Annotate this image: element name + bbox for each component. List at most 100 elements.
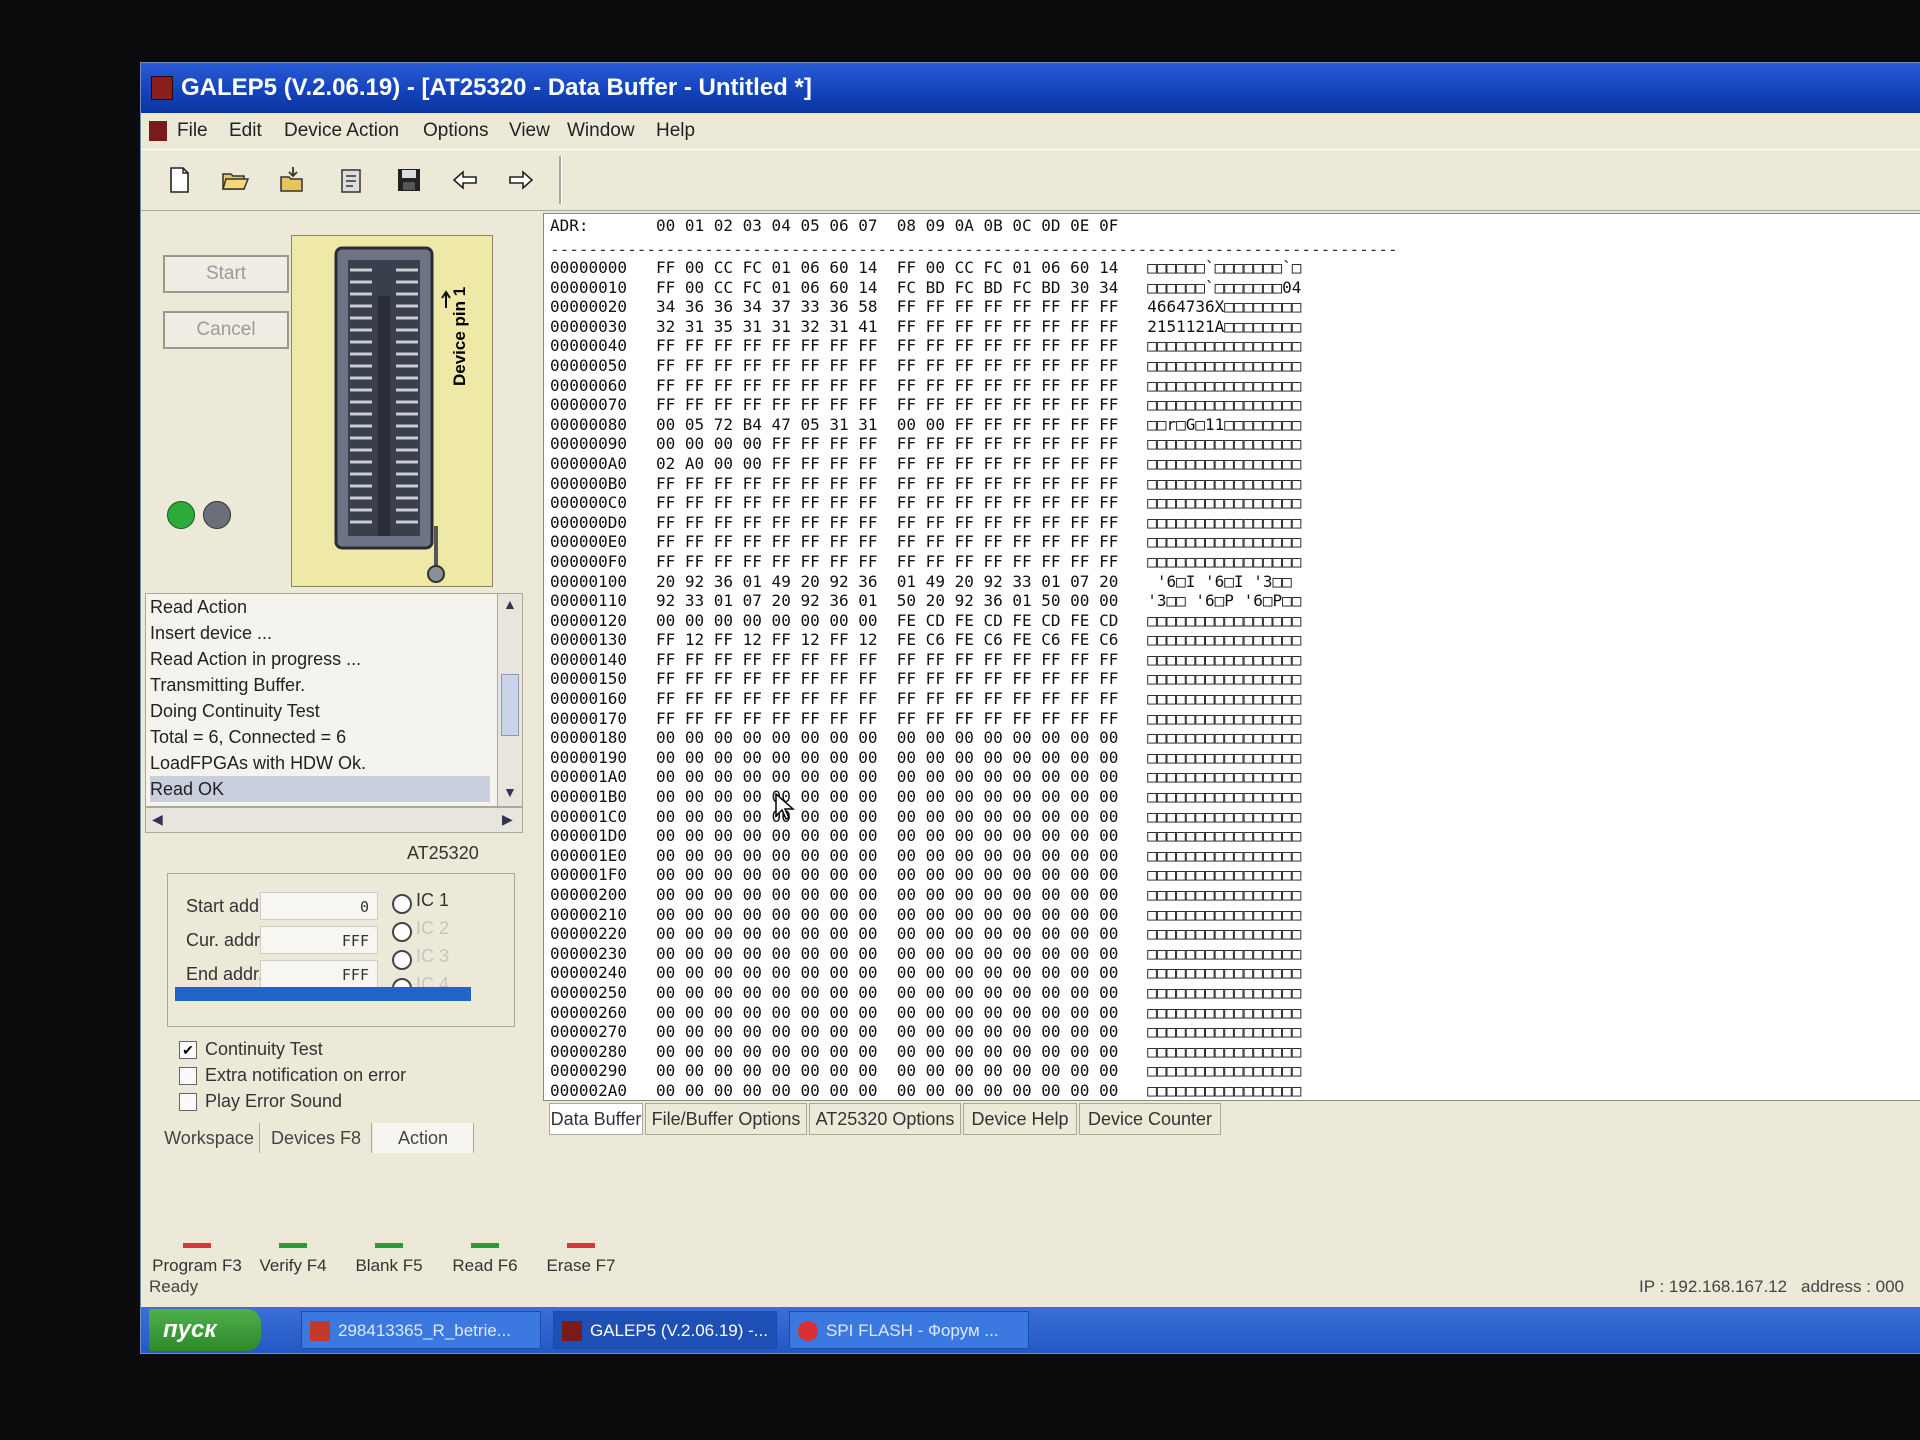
hex-row[interactable]: 00000100 20 92 36 01 49 20 92 36 01 49 2… <box>550 572 1301 592</box>
menu-options[interactable]: Options <box>423 113 488 149</box>
start-menu-button[interactable]: пуск <box>149 1309 261 1351</box>
tab-device-options[interactable]: AT25320 Options <box>809 1103 961 1135</box>
tab-device-help[interactable]: Device Help <box>963 1103 1077 1135</box>
log-vertical-scrollbar[interactable]: ▲ ▼ <box>497 593 523 807</box>
ic1-radio[interactable] <box>392 894 412 914</box>
cur-addr-label: Cur. addr. <box>186 930 265 950</box>
hex-row[interactable]: 00000150 FF FF FF FF FF FF FF FF FF FF F… <box>550 669 1301 689</box>
menu-help[interactable]: Help <box>656 113 695 149</box>
new-file-icon[interactable] <box>161 162 197 198</box>
hex-row[interactable]: 000002A0 00 00 00 00 00 00 00 00 00 00 0… <box>550 1081 1301 1100</box>
hex-row[interactable]: 00000170 FF FF FF FF FF FF FF FF FF FF F… <box>550 709 1301 729</box>
hex-row[interactable]: 00000180 00 00 00 00 00 00 00 00 00 00 0… <box>550 728 1301 748</box>
import-icon[interactable] <box>275 162 311 198</box>
menu-window[interactable]: Window <box>567 113 635 149</box>
taskbar-item-galep[interactable]: GALEP5 (V.2.06.19) -... <box>553 1311 777 1349</box>
read-button[interactable]: Read F6 <box>439 1235 531 1276</box>
tab-devices[interactable]: Devices F8 <box>261 1123 372 1153</box>
action-log[interactable]: Read Action Insert device ... Read Actio… <box>145 593 499 807</box>
hex-row[interactable]: 00000120 00 00 00 00 00 00 00 00 FE CD F… <box>550 611 1301 631</box>
taskbar-item-opera[interactable]: SPI FLASH - Форум ... <box>789 1311 1029 1349</box>
save-icon[interactable] <box>391 162 427 198</box>
menu-view[interactable]: View <box>509 113 550 149</box>
scroll-down-icon[interactable]: ▼ <box>503 784 517 800</box>
hex-row[interactable]: 00000070 FF FF FF FF FF FF FF FF FF FF F… <box>550 395 1301 415</box>
title-bar[interactable]: GALEP5 (V.2.06.19) - [AT25320 - Data Buf… <box>141 63 1920 113</box>
hex-row[interactable]: 000001E0 00 00 00 00 00 00 00 00 00 00 0… <box>550 846 1301 866</box>
hex-row[interactable]: 000001A0 00 00 00 00 00 00 00 00 00 00 0… <box>550 767 1301 787</box>
start-addr-field[interactable]: 0 <box>260 892 378 920</box>
start-button[interactable]: Start <box>163 255 289 293</box>
forward-arrow-icon[interactable] <box>503 162 539 198</box>
log-horizontal-scrollbar[interactable]: ◀ ▶ <box>145 807 523 833</box>
scroll-right-icon[interactable]: ▶ <box>502 811 513 828</box>
hex-row[interactable]: 000000F0 FF FF FF FF FF FF FF FF FF FF F… <box>550 552 1301 572</box>
hex-row[interactable]: 000000A0 02 A0 00 00 FF FF FF FF FF FF F… <box>550 454 1301 474</box>
hex-row[interactable]: 000001D0 00 00 00 00 00 00 00 00 00 00 0… <box>550 826 1301 846</box>
hex-row[interactable]: 00000290 00 00 00 00 00 00 00 00 00 00 0… <box>550 1061 1301 1081</box>
cancel-button[interactable]: Cancel <box>163 311 289 349</box>
tab-device-counter[interactable]: Device Counter <box>1079 1103 1221 1135</box>
device-name-label: AT25320 <box>407 843 479 863</box>
ic3-radio[interactable] <box>392 950 412 970</box>
end-addr-field[interactable]: FFF <box>260 960 378 988</box>
hex-row[interactable]: 00000010 FF 00 CC FC 01 06 60 14 FC BD F… <box>550 278 1301 298</box>
scroll-thumb[interactable] <box>501 674 519 736</box>
hex-row[interactable]: 000001C0 00 00 00 00 00 00 00 00 00 00 0… <box>550 807 1301 827</box>
hex-row[interactable]: 000000D0 FF FF FF FF FF FF FF FF FF FF F… <box>550 513 1301 533</box>
hex-row[interactable]: 000001F0 00 00 00 00 00 00 00 00 00 00 0… <box>550 865 1301 885</box>
hex-row[interactable]: 00000140 FF FF FF FF FF FF FF FF FF FF F… <box>550 650 1301 670</box>
scroll-left-icon[interactable]: ◀ <box>152 811 163 828</box>
tab-data-buffer[interactable]: Data Buffer <box>549 1103 643 1135</box>
hex-row[interactable]: 00000040 FF FF FF FF FF FF FF FF FF FF F… <box>550 336 1301 356</box>
hex-row[interactable]: 000001B0 00 00 00 00 00 00 00 00 00 00 0… <box>550 787 1301 807</box>
play-error-sound-checkbox[interactable] <box>179 1093 197 1111</box>
ic2-radio[interactable] <box>392 922 412 942</box>
hex-row[interactable]: 00000220 00 00 00 00 00 00 00 00 00 00 0… <box>550 924 1301 944</box>
hex-row[interactable]: 00000030 32 31 35 31 31 32 31 41 FF FF F… <box>550 317 1301 337</box>
checksum-icon[interactable] <box>333 162 369 198</box>
hex-row[interactable]: 00000280 00 00 00 00 00 00 00 00 00 00 0… <box>550 1042 1301 1062</box>
blank-button[interactable]: Blank F5 <box>343 1235 435 1276</box>
hex-row[interactable]: 00000060 FF FF FF FF FF FF FF FF FF FF F… <box>550 376 1301 396</box>
scroll-up-icon[interactable]: ▲ <box>503 596 517 612</box>
back-arrow-icon[interactable] <box>447 162 483 198</box>
hex-row[interactable]: 00000190 00 00 00 00 00 00 00 00 00 00 0… <box>550 748 1301 768</box>
hex-row[interactable]: 00000260 00 00 00 00 00 00 00 00 00 00 0… <box>550 1003 1301 1023</box>
hex-row[interactable]: 00000160 FF FF FF FF FF FF FF FF FF FF F… <box>550 689 1301 709</box>
program-button[interactable]: Program F3 <box>151 1235 243 1276</box>
hex-row[interactable]: 000000E0 FF FF FF FF FF FF FF FF FF FF F… <box>550 532 1301 552</box>
taskbar-item-pdf[interactable]: 298413365_R_betrie... <box>301 1311 541 1349</box>
hex-row[interactable]: 00000130 FF 12 FF 12 FF 12 FF 12 FE C6 F… <box>550 630 1301 650</box>
hex-row[interactable]: 00000090 00 00 00 00 FF FF FF FF FF FF F… <box>550 434 1301 454</box>
hex-row[interactable]: 00000050 FF FF FF FF FF FF FF FF FF FF F… <box>550 356 1301 376</box>
galep-icon <box>562 1321 582 1341</box>
hex-row[interactable]: 00000230 00 00 00 00 00 00 00 00 00 00 0… <box>550 944 1301 964</box>
continuity-test-checkbox[interactable]: ✔ <box>179 1041 197 1059</box>
hex-row[interactable]: 00000020 34 36 36 34 37 33 36 58 FF FF F… <box>550 297 1301 317</box>
hex-row[interactable]: 00000000 FF 00 CC FC 01 06 60 14 FF 00 C… <box>550 258 1301 278</box>
hex-row[interactable]: 00000080 00 05 72 B4 47 05 31 31 00 00 F… <box>550 415 1301 435</box>
verify-indicator <box>279 1243 307 1248</box>
hex-row[interactable]: 00000240 00 00 00 00 00 00 00 00 00 00 0… <box>550 963 1301 983</box>
hex-row[interactable]: 00000110 92 33 01 07 20 92 36 01 50 20 9… <box>550 591 1301 611</box>
hex-row[interactable]: 00000200 00 00 00 00 00 00 00 00 00 00 0… <box>550 885 1301 905</box>
hex-row[interactable]: 00000210 00 00 00 00 00 00 00 00 00 00 0… <box>550 905 1301 925</box>
socket-pin-label: Device pin 1 <box>450 286 469 386</box>
hex-row[interactable]: 00000270 00 00 00 00 00 00 00 00 00 00 0… <box>550 1022 1301 1042</box>
menu-edit[interactable]: Edit <box>229 113 262 149</box>
tab-workspace[interactable]: Workspace <box>159 1123 260 1153</box>
document-icon[interactable] <box>149 121 167 141</box>
tab-file-buffer-options[interactable]: File/Buffer Options <box>645 1103 807 1135</box>
hex-row[interactable]: 000000B0 FF FF FF FF FF FF FF FF FF FF F… <box>550 474 1301 494</box>
menu-device-action[interactable]: Device Action <box>284 113 399 149</box>
tab-action[interactable]: Action <box>373 1123 474 1153</box>
hex-row[interactable]: 000000C0 FF FF FF FF FF FF FF FF FF FF F… <box>550 493 1301 513</box>
verify-button[interactable]: Verify F4 <box>247 1235 339 1276</box>
extra-notification-checkbox[interactable] <box>179 1067 197 1085</box>
menu-file[interactable]: File <box>177 113 208 149</box>
erase-button[interactable]: Erase F7 <box>535 1235 627 1276</box>
open-folder-icon[interactable] <box>217 162 253 198</box>
hex-row[interactable]: 00000250 00 00 00 00 00 00 00 00 00 00 0… <box>550 983 1301 1003</box>
hex-data-buffer[interactable]: ADR: 00 01 02 03 04 05 06 07 08 09 0A 0B… <box>543 213 1920 1101</box>
